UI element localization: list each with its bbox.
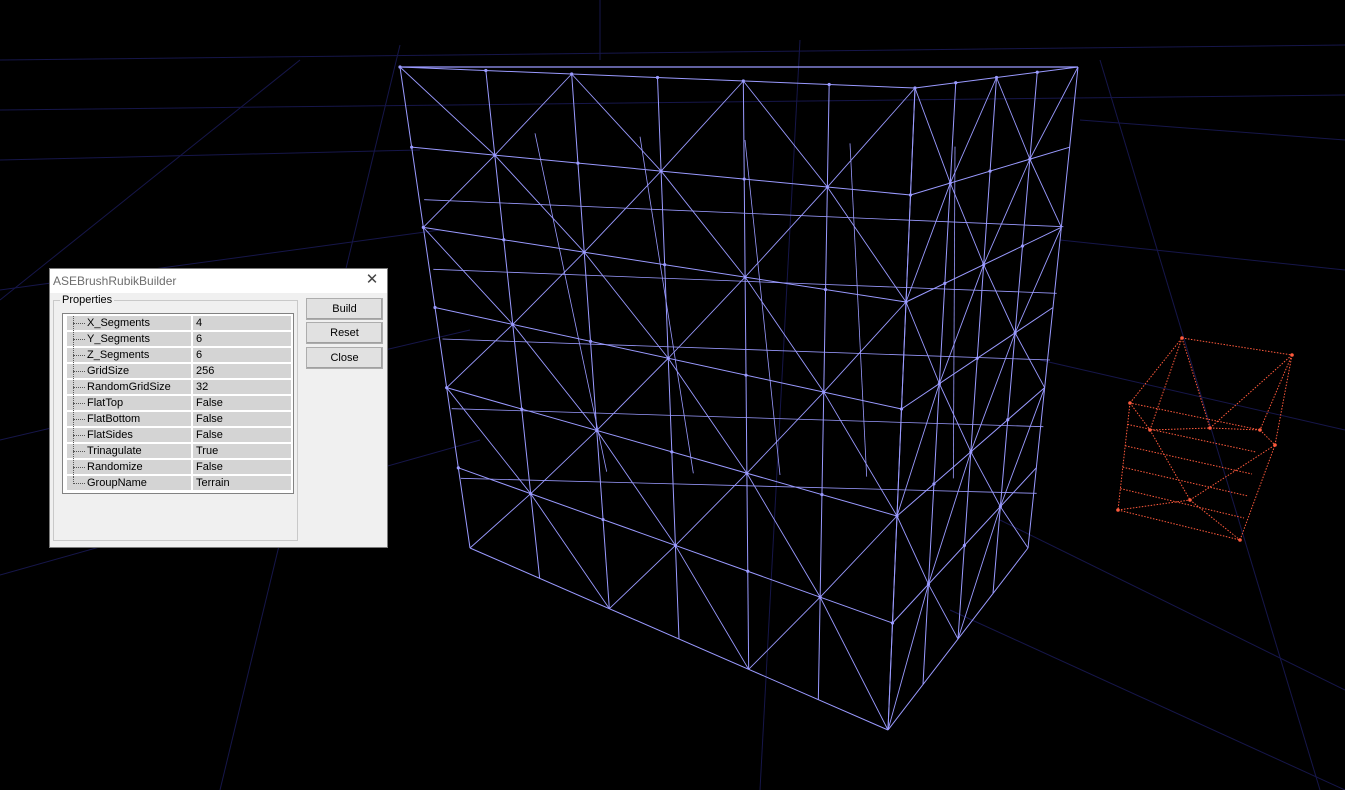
property-row-z-segments[interactable]: Z_Segments 6 [65, 348, 291, 363]
property-row-randomize[interactable]: Randomize False [65, 460, 291, 475]
property-value[interactable]: False [193, 396, 291, 411]
property-value[interactable]: 256 [193, 364, 291, 379]
property-name: RandomGridSize [87, 381, 171, 393]
property-name: GroupName [87, 477, 147, 489]
property-name: Y_Segments [87, 333, 150, 345]
property-value[interactable]: 6 [193, 348, 291, 363]
property-grid[interactable]: X_Segments 4 Y_Segments 6 Z_Segments 6 G… [62, 313, 294, 494]
property-value[interactable]: False [193, 460, 291, 475]
property-name: Trinagulate [87, 445, 142, 457]
property-name: X_Segments [87, 317, 150, 329]
properties-label: Properties [60, 294, 115, 306]
property-name: FlatTop [87, 397, 124, 409]
rubik-builder-dialog: ASEBrushRubikBuilder ✕ Properties X_Segm… [49, 268, 388, 548]
property-name: Z_Segments [87, 349, 150, 361]
red-brush-preview [1116, 336, 1294, 542]
property-value[interactable]: False [193, 428, 291, 443]
property-name: GridSize [87, 365, 130, 377]
property-row-y-segments[interactable]: Y_Segments 6 [65, 332, 291, 347]
property-value[interactable]: 6 [193, 332, 291, 347]
property-value[interactable]: Terrain [193, 476, 291, 491]
property-value[interactable]: True [193, 444, 291, 459]
property-row-grid-size[interactable]: GridSize 256 [65, 364, 291, 379]
property-name: FlatSides [87, 429, 133, 441]
property-row-random-grid-size[interactable]: RandomGridSize 32 [65, 380, 291, 395]
property-value[interactable]: False [193, 412, 291, 427]
property-row-flat-top[interactable]: FlatTop False [65, 396, 291, 411]
property-name: Randomize [87, 461, 143, 473]
close-icon[interactable]: ✕ [363, 271, 381, 289]
property-row-x-segments[interactable]: X_Segments 4 [65, 316, 291, 331]
dialog-titlebar[interactable]: ASEBrushRubikBuilder ✕ [50, 269, 387, 293]
build-button[interactable]: Build [306, 298, 383, 320]
property-value[interactable]: 32 [193, 380, 291, 395]
properties-group: Properties X_Segments 4 Y_Segments 6 Z_S… [53, 294, 298, 541]
property-name: FlatBottom [87, 413, 141, 425]
property-row-flat-bottom[interactable]: FlatBottom False [65, 412, 291, 427]
close-button[interactable]: Close [306, 347, 383, 369]
property-row-trinagulate[interactable]: Trinagulate True [65, 444, 291, 459]
property-row-flat-sides[interactable]: FlatSides False [65, 428, 291, 443]
property-value[interactable]: 4 [193, 316, 291, 331]
property-row-group-name[interactable]: GroupName Terrain [65, 476, 291, 491]
rubik-mesh-preview [398, 65, 1079, 731]
dialog-title: ASEBrushRubikBuilder [53, 274, 177, 288]
reset-button[interactable]: Reset [306, 322, 383, 344]
